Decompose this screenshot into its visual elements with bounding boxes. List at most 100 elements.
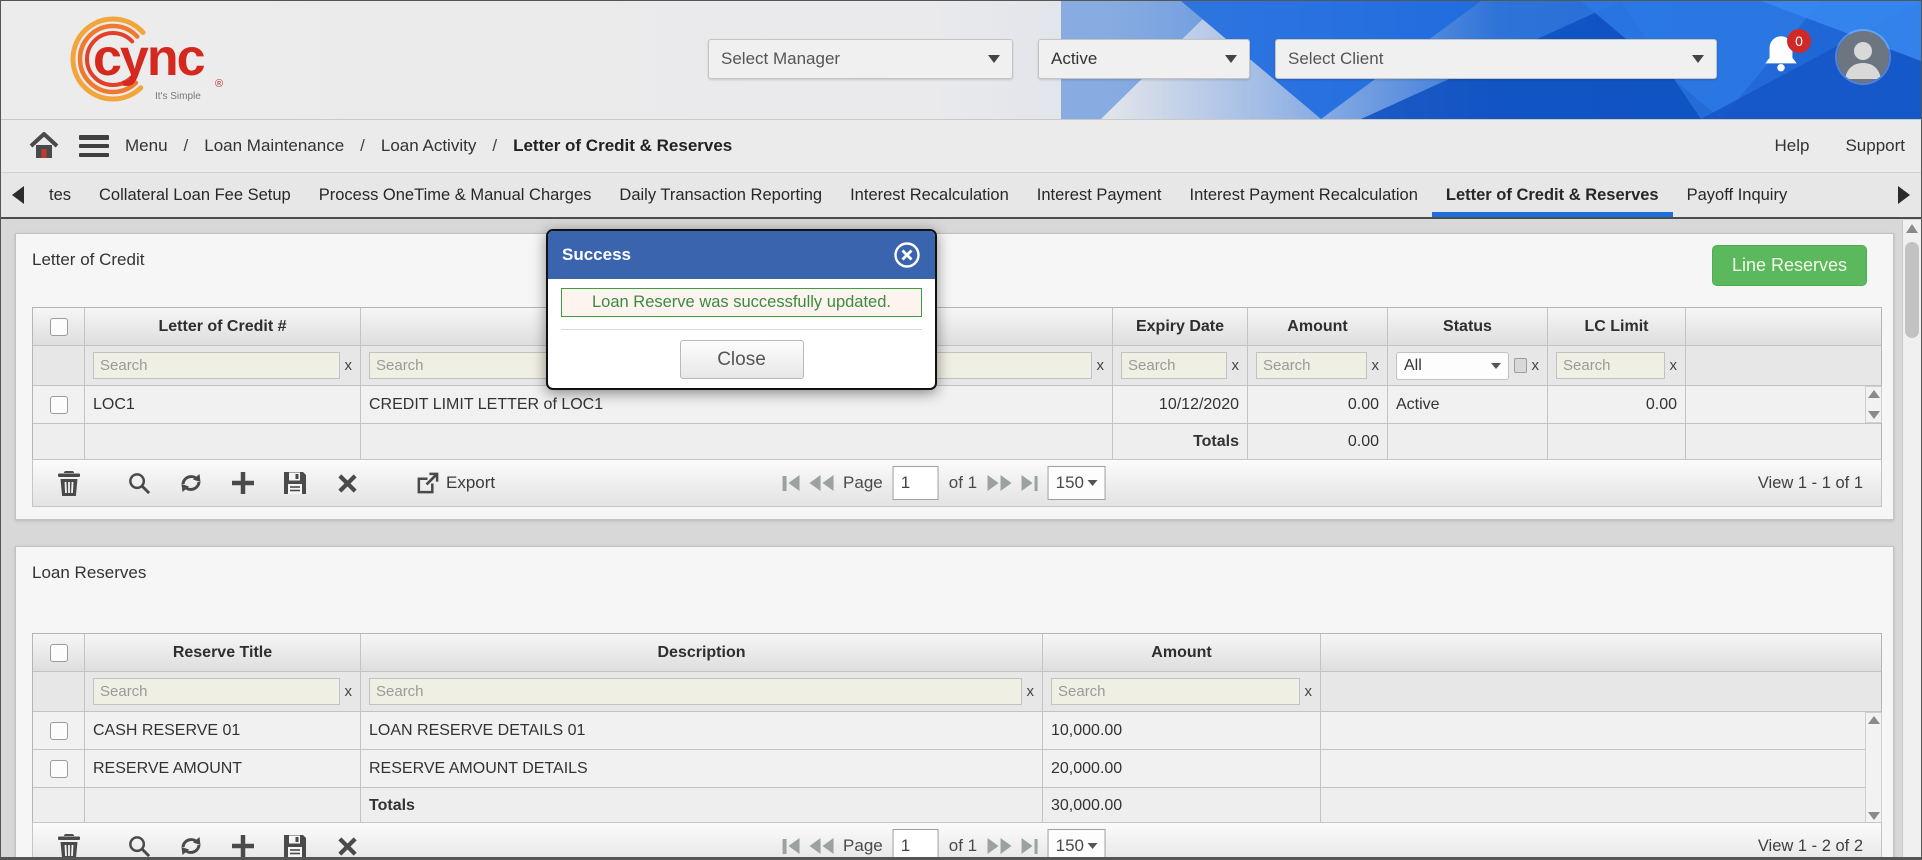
reserves-table-row[interactable]: CASH RESERVE 01 LOAN RESERVE DETAILS 01 …: [33, 712, 1881, 750]
refresh-button[interactable]: [177, 832, 205, 860]
clear-filter-button[interactable]: x: [1532, 357, 1540, 374]
previous-page-button[interactable]: [809, 838, 833, 854]
clear-filter-button[interactable]: x: [1027, 683, 1035, 700]
menu-hamburger-icon[interactable]: [79, 135, 109, 157]
next-page-button[interactable]: [987, 475, 1011, 491]
row-checkbox[interactable]: [50, 760, 68, 778]
clear-filter-button[interactable]: x: [1372, 357, 1380, 374]
column-header-loc-number[interactable]: Letter of Credit #: [85, 308, 361, 345]
scroll-up-icon[interactable]: [1868, 390, 1880, 398]
previous-page-button[interactable]: [809, 475, 833, 491]
save-button[interactable]: [281, 832, 309, 860]
clear-filter-button[interactable]: x: [1305, 683, 1313, 700]
search-button[interactable]: [125, 469, 153, 497]
tab-process-onetime-manual-charges[interactable]: Process OneTime & Manual Charges: [305, 173, 606, 217]
page-size-select[interactable]: 150: [1048, 829, 1106, 860]
reserve-title-search-input[interactable]: [93, 678, 340, 705]
page-number-input[interactable]: [893, 829, 939, 860]
expiry-date-search-input[interactable]: [1121, 352, 1227, 379]
row-checkbox[interactable]: [50, 722, 68, 740]
page-number-input[interactable]: [893, 466, 939, 500]
loc-table-scrollbar[interactable]: [1865, 386, 1882, 423]
column-header-status[interactable]: Status: [1388, 308, 1548, 345]
scroll-down-icon[interactable]: [1868, 812, 1880, 820]
user-avatar[interactable]: [1837, 31, 1889, 83]
refresh-button[interactable]: [177, 469, 205, 497]
description-search-input[interactable]: [369, 678, 1022, 705]
clear-filter-button[interactable]: x: [345, 683, 353, 700]
export-button[interactable]: Export: [415, 471, 495, 496]
select-all-checkbox[interactable]: [50, 644, 68, 662]
reserves-table-row[interactable]: RESERVE AMOUNT RESERVE AMOUNT DETAILS 20…: [33, 750, 1881, 788]
next-page-button[interactable]: [987, 838, 1011, 854]
tab-interest-payment-recalculation[interactable]: Interest Payment Recalculation: [1176, 173, 1432, 217]
cancel-button[interactable]: [333, 832, 361, 860]
select-manager-dropdown[interactable]: Select Manager: [708, 39, 1013, 79]
loc-table-row[interactable]: LOC1 CREDIT LIMIT LETTER of LOC1 10/12/2…: [33, 386, 1881, 424]
tab-payoff-inquiry[interactable]: Payoff Inquiry: [1673, 173, 1802, 217]
first-page-button[interactable]: [783, 838, 800, 854]
column-header-amount[interactable]: Amount: [1043, 634, 1321, 671]
tabs-scroll-left-button[interactable]: [1, 173, 35, 217]
scroll-up-icon[interactable]: [1906, 224, 1918, 233]
breadcrumb-loan-maintenance[interactable]: Loan Maintenance: [204, 136, 344, 156]
select-all-checkbox[interactable]: [50, 318, 68, 336]
tab-daily-transaction-reporting[interactable]: Daily Transaction Reporting: [605, 173, 836, 217]
tab-collateral-loan-fee-setup[interactable]: Collateral Loan Fee Setup: [85, 173, 305, 217]
scroll-down-icon[interactable]: [1868, 411, 1880, 419]
save-button[interactable]: [281, 469, 309, 497]
modal-close-icon[interactable]: [893, 241, 921, 269]
select-all-checkbox-cell: [33, 634, 85, 671]
clear-filter-button[interactable]: x: [1232, 357, 1240, 374]
home-icon[interactable]: [29, 132, 59, 160]
reserves-table-scrollbar[interactable]: [1865, 712, 1882, 824]
select-manager-value: Select Manager: [721, 49, 840, 69]
select-client-dropdown[interactable]: Select Client: [1275, 39, 1717, 79]
help-link[interactable]: Help: [1774, 136, 1809, 156]
clear-filter-button[interactable]: x: [345, 357, 353, 374]
column-header-reserve-title[interactable]: Reserve Title: [85, 634, 361, 671]
column-header-lc-limit[interactable]: LC Limit: [1548, 308, 1686, 345]
column-header-amount[interactable]: Amount: [1248, 308, 1388, 345]
breadcrumb-menu[interactable]: Menu: [125, 136, 168, 156]
status-dropdown[interactable]: Active: [1038, 39, 1250, 79]
page-size-select[interactable]: 150: [1048, 466, 1106, 500]
scroll-up-icon[interactable]: [1868, 716, 1880, 724]
breadcrumb-separator: /: [184, 136, 189, 156]
add-button[interactable]: [229, 832, 257, 860]
tabs-scroll-right-button[interactable]: [1887, 173, 1921, 217]
delete-button[interactable]: [55, 469, 83, 497]
column-header-description[interactable]: Description: [361, 634, 1043, 671]
last-page-button[interactable]: [1021, 838, 1038, 854]
clear-filter-button[interactable]: x: [1670, 357, 1678, 374]
support-link[interactable]: Support: [1845, 136, 1905, 156]
notifications-button[interactable]: 0: [1761, 29, 1811, 89]
tab-tes[interactable]: tes: [35, 173, 85, 217]
x-icon: [336, 835, 359, 858]
line-reserves-button[interactable]: Line Reserves: [1712, 245, 1867, 286]
tab-interest-recalculation[interactable]: Interest Recalculation: [836, 173, 1023, 217]
tab-interest-payment[interactable]: Interest Payment: [1023, 173, 1176, 217]
delete-button[interactable]: [55, 832, 83, 860]
page-scrollbar[interactable]: [1902, 220, 1921, 860]
row-checkbox[interactable]: [50, 396, 68, 414]
amount-search-input[interactable]: [1256, 352, 1367, 379]
first-page-button[interactable]: [783, 475, 800, 491]
lc-limit-search-input[interactable]: [1556, 352, 1665, 379]
filter-options-button[interactable]: [1514, 358, 1527, 373]
clear-filter-button[interactable]: x: [1097, 357, 1105, 374]
cancel-button[interactable]: [333, 469, 361, 497]
amount-search-input[interactable]: [1051, 678, 1300, 705]
modal-close-button[interactable]: Close: [680, 340, 804, 379]
scrollbar-thumb[interactable]: [1905, 242, 1919, 338]
chevron-down-icon: [1088, 480, 1098, 486]
add-button[interactable]: [229, 469, 257, 497]
expiry-date-cell: 10/12/2020: [1113, 386, 1248, 423]
column-header-expiry-date[interactable]: Expiry Date: [1113, 308, 1248, 345]
loc-number-search-input[interactable]: [93, 352, 340, 379]
last-page-button[interactable]: [1021, 475, 1038, 491]
search-button[interactable]: [125, 832, 153, 860]
breadcrumb-loan-activity[interactable]: Loan Activity: [381, 136, 476, 156]
tab-letter-of-credit-reserves[interactable]: Letter of Credit & Reserves: [1432, 173, 1673, 217]
status-filter-select[interactable]: All: [1396, 352, 1509, 380]
